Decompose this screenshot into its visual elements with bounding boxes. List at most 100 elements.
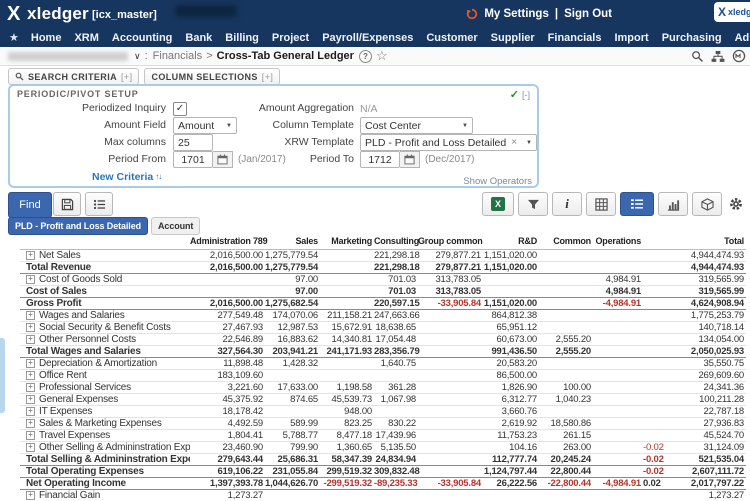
menu-item-billing[interactable]: Billing — [225, 32, 259, 44]
row-label[interactable]: +Depreciation & Amortization — [20, 358, 190, 370]
expand-icon[interactable]: + — [26, 431, 35, 440]
sign-out-link[interactable]: Sign Out — [564, 8, 612, 20]
cell-value: 8,477.18 — [320, 430, 374, 442]
cube-view-button[interactable] — [692, 192, 722, 216]
search-icon[interactable] — [691, 50, 704, 63]
favorites-star-icon[interactable]: ★ — [9, 31, 19, 44]
expand-icon[interactable]: + — [26, 407, 35, 416]
favorite-page-icon[interactable]: ☆ — [376, 48, 388, 64]
row-label[interactable]: +Sales & Marketing Expenses — [20, 418, 190, 430]
save-criteria-button[interactable] — [53, 192, 81, 216]
row-label[interactable]: +Social Security & Benefit Costs — [20, 322, 190, 334]
column-selections-tab[interactable]: COLUMN SELECTIONS [+] — [144, 68, 280, 85]
grid-view-button[interactable] — [586, 192, 616, 216]
collapse-panel-button[interactable]: [-] — [522, 90, 530, 100]
show-operators-link[interactable]: Show Operators — [463, 176, 532, 187]
expand-icon[interactable]: + — [26, 383, 35, 392]
page-title: Cross-Tab General Ledger — [217, 50, 354, 62]
cell-value — [643, 370, 660, 382]
periodized-inquiry-checkbox[interactable]: ✓ — [173, 102, 187, 116]
cell-value — [539, 274, 593, 286]
expand-badge[interactable]: [+] — [121, 72, 132, 82]
row-label[interactable]: +Cost of Goods Sold — [20, 274, 190, 286]
row-label[interactable]: +IT Expenses — [20, 406, 190, 418]
help-icon[interactable]: ? — [359, 50, 372, 63]
expand-icon[interactable]: + — [26, 335, 35, 344]
row-label[interactable]: +Other Personnel Costs — [20, 334, 190, 346]
menu-item-accounting[interactable]: Accounting — [112, 32, 173, 44]
menu-item-purchasing[interactable]: Purchasing — [662, 32, 722, 44]
menu-item-financials[interactable]: Financials — [548, 32, 602, 44]
table-row: +Other Personnel Costs22,546.8916,883.62… — [20, 334, 746, 346]
row-label[interactable]: +Professional Services — [20, 382, 190, 394]
column-template-select[interactable]: Cost Center ▼ — [360, 117, 473, 134]
table-row: Cost of Sales97.00701.03313,783.054,984.… — [20, 286, 746, 298]
sitemap-icon[interactable] — [711, 50, 725, 63]
my-settings-link[interactable]: My Settings — [484, 8, 549, 20]
find-button[interactable]: Find — [8, 192, 52, 218]
window-icon[interactable] — [732, 49, 746, 63]
expand-icon[interactable]: + — [26, 359, 35, 368]
row-label[interactable]: +Travel Expenses — [20, 430, 190, 442]
menu-item-customer[interactable]: Customer — [426, 32, 477, 44]
search-criteria-tab[interactable]: SEARCH CRITERIA [+] — [8, 68, 139, 85]
menu-item-supplier[interactable]: Supplier — [491, 32, 535, 44]
xledger-badge: X xledger — [714, 2, 750, 22]
cell-value: 4,624,908.94 — [660, 298, 746, 310]
expand-icon[interactable]: + — [26, 251, 35, 260]
expand-icon[interactable]: + — [26, 491, 35, 500]
row-label[interactable]: +Other Selling & Admininstration Expense… — [20, 442, 190, 454]
history-icon[interactable] — [466, 8, 478, 20]
export-excel-button[interactable]: X — [482, 192, 514, 216]
row-label[interactable]: +Net Sales — [20, 250, 190, 262]
row-label[interactable]: +General Expenses — [20, 394, 190, 406]
cell-value — [539, 286, 593, 298]
row-label[interactable]: +Office Rent — [20, 370, 190, 382]
menu-item-administration[interactable]: Administration — [735, 32, 750, 44]
row-label: Gross Profit — [20, 298, 190, 310]
cell-value — [643, 274, 660, 286]
expand-icon[interactable]: + — [26, 311, 35, 320]
breadcrumb-root[interactable]: Financials — [153, 50, 203, 62]
menu-item-bank[interactable]: Bank — [185, 32, 212, 44]
max-columns-input[interactable]: 25 — [173, 134, 213, 151]
cell-value: 15,672.91 — [320, 322, 374, 334]
detail-view-button-selected[interactable] — [620, 192, 654, 216]
filter-button[interactable] — [518, 192, 548, 216]
info-button[interactable]: i — [552, 192, 582, 216]
expand-icon[interactable]: + — [26, 443, 35, 452]
tab-account[interactable]: Account — [151, 217, 200, 235]
cell-value: 97.00 — [265, 286, 320, 298]
menu-item-import[interactable]: Import — [614, 32, 648, 44]
settings-gear-button[interactable] — [728, 196, 744, 212]
new-criteria-link[interactable]: New Criteria — [92, 171, 153, 183]
cell-value — [593, 406, 643, 418]
menu-item-home[interactable]: Home — [31, 32, 62, 44]
panel-edge-handle[interactable] — [0, 338, 5, 413]
period-to-input[interactable]: 1712 — [360, 151, 400, 168]
row-label[interactable]: +Financial Gain — [20, 490, 190, 501]
cell-value: 20,583.20 — [483, 358, 539, 370]
expand-badge[interactable]: [+] — [262, 72, 273, 82]
menu-item-xrm[interactable]: XRM — [74, 32, 98, 44]
xrw-template-combobox[interactable]: PLD - Profit and Loss Detailed × ▼ — [360, 134, 537, 151]
expand-icon[interactable]: + — [26, 371, 35, 380]
menu-item-project[interactable]: Project — [272, 32, 309, 44]
context-caret-icon[interactable]: ∨ — [134, 51, 141, 62]
cell-value: -89,235.33 — [374, 478, 418, 490]
expand-icon[interactable]: + — [26, 323, 35, 332]
expand-icon[interactable]: + — [26, 395, 35, 404]
expand-icon[interactable]: + — [26, 275, 35, 284]
info-icon: i — [565, 196, 569, 212]
row-label[interactable]: +Wages and Salaries — [20, 310, 190, 322]
expand-icon[interactable]: + — [26, 419, 35, 428]
cell-value — [483, 490, 539, 501]
chart-view-button[interactable] — [658, 192, 688, 216]
clear-icon[interactable]: × — [511, 137, 517, 148]
cell-value — [265, 370, 320, 382]
saved-searches-button[interactable] — [85, 192, 113, 216]
calendar-icon[interactable] — [400, 151, 420, 168]
tab-pld-report[interactable]: PLD - Profit and Loss Detailed — [8, 217, 148, 235]
menu-item-payroll-expenses[interactable]: Payroll/Expenses — [322, 32, 413, 44]
period-from-input[interactable]: 1701 — [173, 151, 213, 168]
